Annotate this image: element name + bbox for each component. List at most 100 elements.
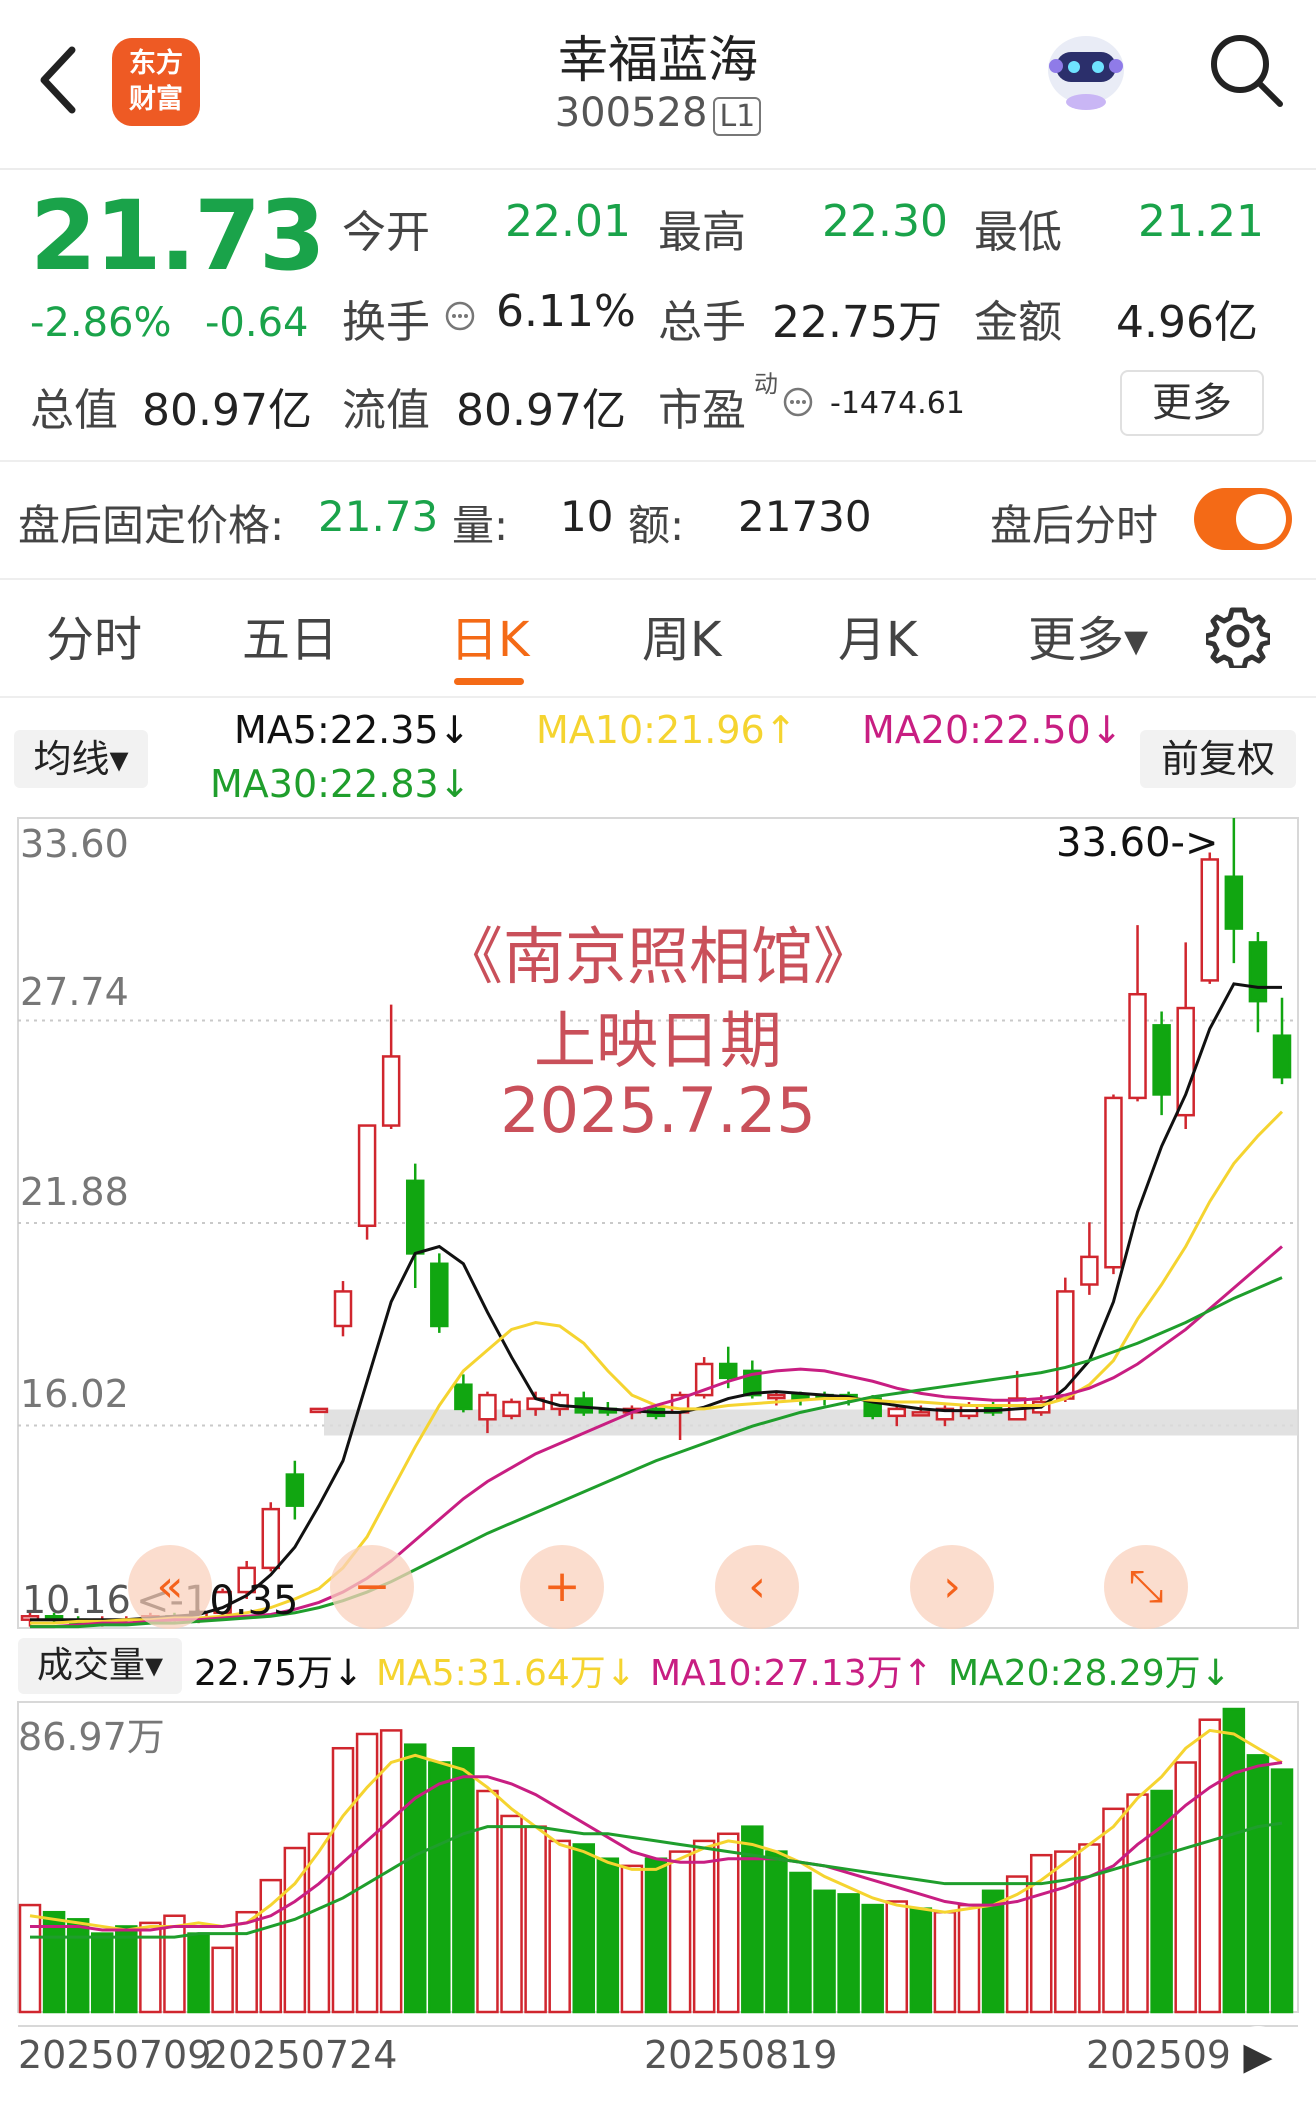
volume-label: 总手 — [658, 297, 746, 348]
volume-bar — [524, 1825, 547, 2014]
annotation-title: 《南京照相馆》 — [440, 920, 875, 993]
last-price: 21.73 — [30, 180, 326, 292]
mktcap-value: 80.97亿 — [142, 385, 312, 436]
rewind-button[interactable]: « — [128, 1545, 212, 1629]
tab-weekly-k[interactable]: 周K — [642, 600, 721, 670]
open-label: 今开 — [342, 207, 430, 258]
pe-value: -1474.61 — [830, 386, 965, 421]
candle-body — [1080, 1255, 1099, 1286]
change-amount: -0.64 — [205, 300, 309, 346]
volume-bar — [331, 1746, 355, 2014]
adjust-button[interactable]: 前复权 — [1140, 730, 1296, 788]
volume-bar — [90, 1932, 114, 2014]
ma20-legend: MA20:22.50↓ — [862, 708, 1123, 752]
volume-bar — [115, 1925, 138, 2014]
volume-bar — [572, 1843, 596, 2014]
volume-bar — [1078, 1843, 1101, 2014]
candle-body — [454, 1383, 473, 1411]
low-value: 21.21 — [1138, 196, 1264, 247]
volume-bar — [500, 1814, 523, 2014]
high-value: 22.30 — [822, 196, 948, 247]
volume-max-label: 86.97万 — [18, 1715, 165, 1759]
more-quote-button[interactable]: 更多 — [1120, 370, 1264, 436]
tab-daily-k[interactable]: 日K — [450, 600, 529, 670]
turnover-label: 换手 — [342, 297, 430, 348]
info-icon[interactable] — [782, 386, 814, 418]
candle-body — [430, 1262, 449, 1328]
candle-body — [333, 1290, 353, 1328]
volume-bar — [235, 1910, 258, 2014]
volume-bar — [789, 1871, 812, 2014]
x-tick-2: 20250724 — [204, 2033, 398, 2077]
candle-body — [309, 1407, 329, 1414]
volume-bar — [957, 1903, 981, 2014]
volume-bar — [837, 1893, 860, 2014]
search-icon[interactable] — [1206, 30, 1286, 110]
tab-monthly-k[interactable]: 月K — [838, 600, 917, 670]
turnover-value: 6.11% — [496, 286, 636, 337]
volume-bar — [1102, 1807, 1125, 2014]
after-amt-value: 21730 — [738, 492, 872, 541]
amount-value: 4.96亿 — [1116, 297, 1258, 348]
ma10-legend: MA10:21.96↑ — [536, 708, 797, 752]
stock-code-text: 300528 — [554, 90, 708, 136]
scroll-right-arrow[interactable]: ▶ — [1228, 2026, 1288, 2086]
zoom-in-button[interactable]: + — [520, 1545, 604, 1629]
volume-bar — [1246, 1754, 1270, 2014]
change-percent: -2.86% — [30, 300, 172, 346]
scroll-left-button[interactable]: ‹ — [715, 1545, 799, 1629]
volume-bar — [981, 1889, 1005, 2014]
float-value: 80.97亿 — [456, 385, 626, 436]
x-tick-4: 202509 — [1086, 2033, 1232, 2077]
high-label: 最高 — [658, 207, 746, 258]
volume-value: 22.75万 — [772, 297, 942, 348]
candle-body — [911, 1411, 931, 1417]
y-tick-1: 33.60 — [20, 822, 129, 866]
candle-body — [261, 1507, 281, 1570]
tab-intraday[interactable]: 分时 — [46, 600, 142, 670]
float-label: 流值 — [342, 385, 430, 436]
x-tick-1: 20250709 — [18, 2033, 212, 2077]
candle-body — [478, 1393, 497, 1421]
volume-legend: 22.75万↓ — [194, 1653, 364, 1694]
gear-icon[interactable] — [1206, 604, 1270, 668]
tab-divider — [0, 696, 1316, 698]
volume-bar — [1054, 1850, 1077, 2014]
vol-ma20-legend: MA20:28.29万↓ — [948, 1653, 1231, 1694]
volume-bars — [18, 1707, 1294, 2014]
volume-bar — [813, 1889, 836, 2014]
volume-bar — [403, 1743, 427, 2014]
amount-label: 金额 — [974, 297, 1062, 348]
volume-bar — [1198, 1718, 1222, 2014]
candle-body — [791, 1393, 810, 1400]
x-tick-3: 20250819 — [644, 2033, 838, 2077]
after-amt-label: 额: — [628, 501, 685, 550]
volume-bar — [18, 1903, 42, 2014]
volume-bar — [66, 1918, 90, 2014]
volume-bar — [452, 1746, 475, 2014]
volume-bar — [1126, 1793, 1149, 2014]
zoom-out-button[interactable]: − — [330, 1545, 414, 1629]
after-hours-toggle[interactable] — [1194, 488, 1292, 550]
tab-more[interactable]: 更多▾ — [1028, 600, 1148, 670]
volume-bar — [765, 1850, 788, 2014]
ma30-line — [30, 1276, 1283, 1629]
fullscreen-button[interactable]: ⤡ — [1104, 1545, 1188, 1629]
after-vol-label: 量: — [452, 501, 509, 550]
tab-five-day[interactable]: 五日 — [242, 600, 338, 670]
robot-icon[interactable] — [1040, 22, 1132, 114]
volume-indicator-selector[interactable]: 成交量▾ — [18, 1638, 182, 1694]
ma20-line — [30, 1245, 1283, 1629]
volume-bar — [1270, 1768, 1294, 2014]
info-icon[interactable] — [444, 300, 476, 332]
pe-superscript: 动 — [754, 370, 778, 398]
candle-body — [502, 1400, 521, 1418]
ma10-line — [30, 1110, 1284, 1625]
scroll-right-button[interactable]: › — [910, 1545, 994, 1629]
min-price-label: 10.16 — [22, 1578, 131, 1622]
volume-bar — [692, 1839, 716, 2014]
candle-body — [767, 1393, 786, 1400]
indicator-selector[interactable]: 均线▾ — [14, 730, 148, 788]
volume-bar — [861, 1903, 884, 2014]
low-label: 最低 — [974, 207, 1062, 258]
